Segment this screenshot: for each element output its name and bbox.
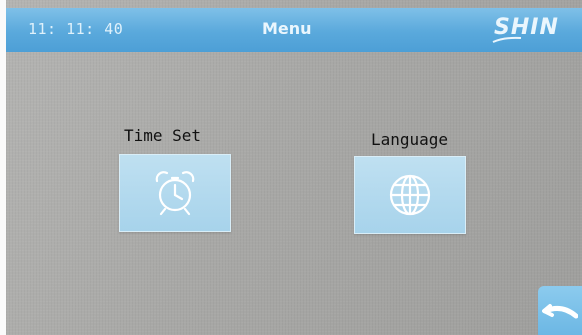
language-label: Language: [371, 130, 449, 149]
time-set-button[interactable]: [119, 154, 231, 232]
back-button[interactable]: [538, 286, 582, 335]
hmi-screen: 11: 11: 40 Menu SHIN Time Set Language: [6, 0, 582, 335]
time-set-label: Time Set: [124, 126, 202, 145]
logo-swoosh-icon: [492, 36, 522, 43]
language-button[interactable]: [354, 156, 466, 234]
alarm-clock-icon: [155, 171, 195, 216]
globe-icon: [389, 174, 431, 216]
page-title: Menu: [262, 19, 312, 38]
clock-display: 11: 11: 40: [28, 20, 124, 38]
back-arrow-icon: [542, 303, 578, 318]
header-bar: 11: 11: 40 Menu SHIN: [6, 8, 582, 52]
